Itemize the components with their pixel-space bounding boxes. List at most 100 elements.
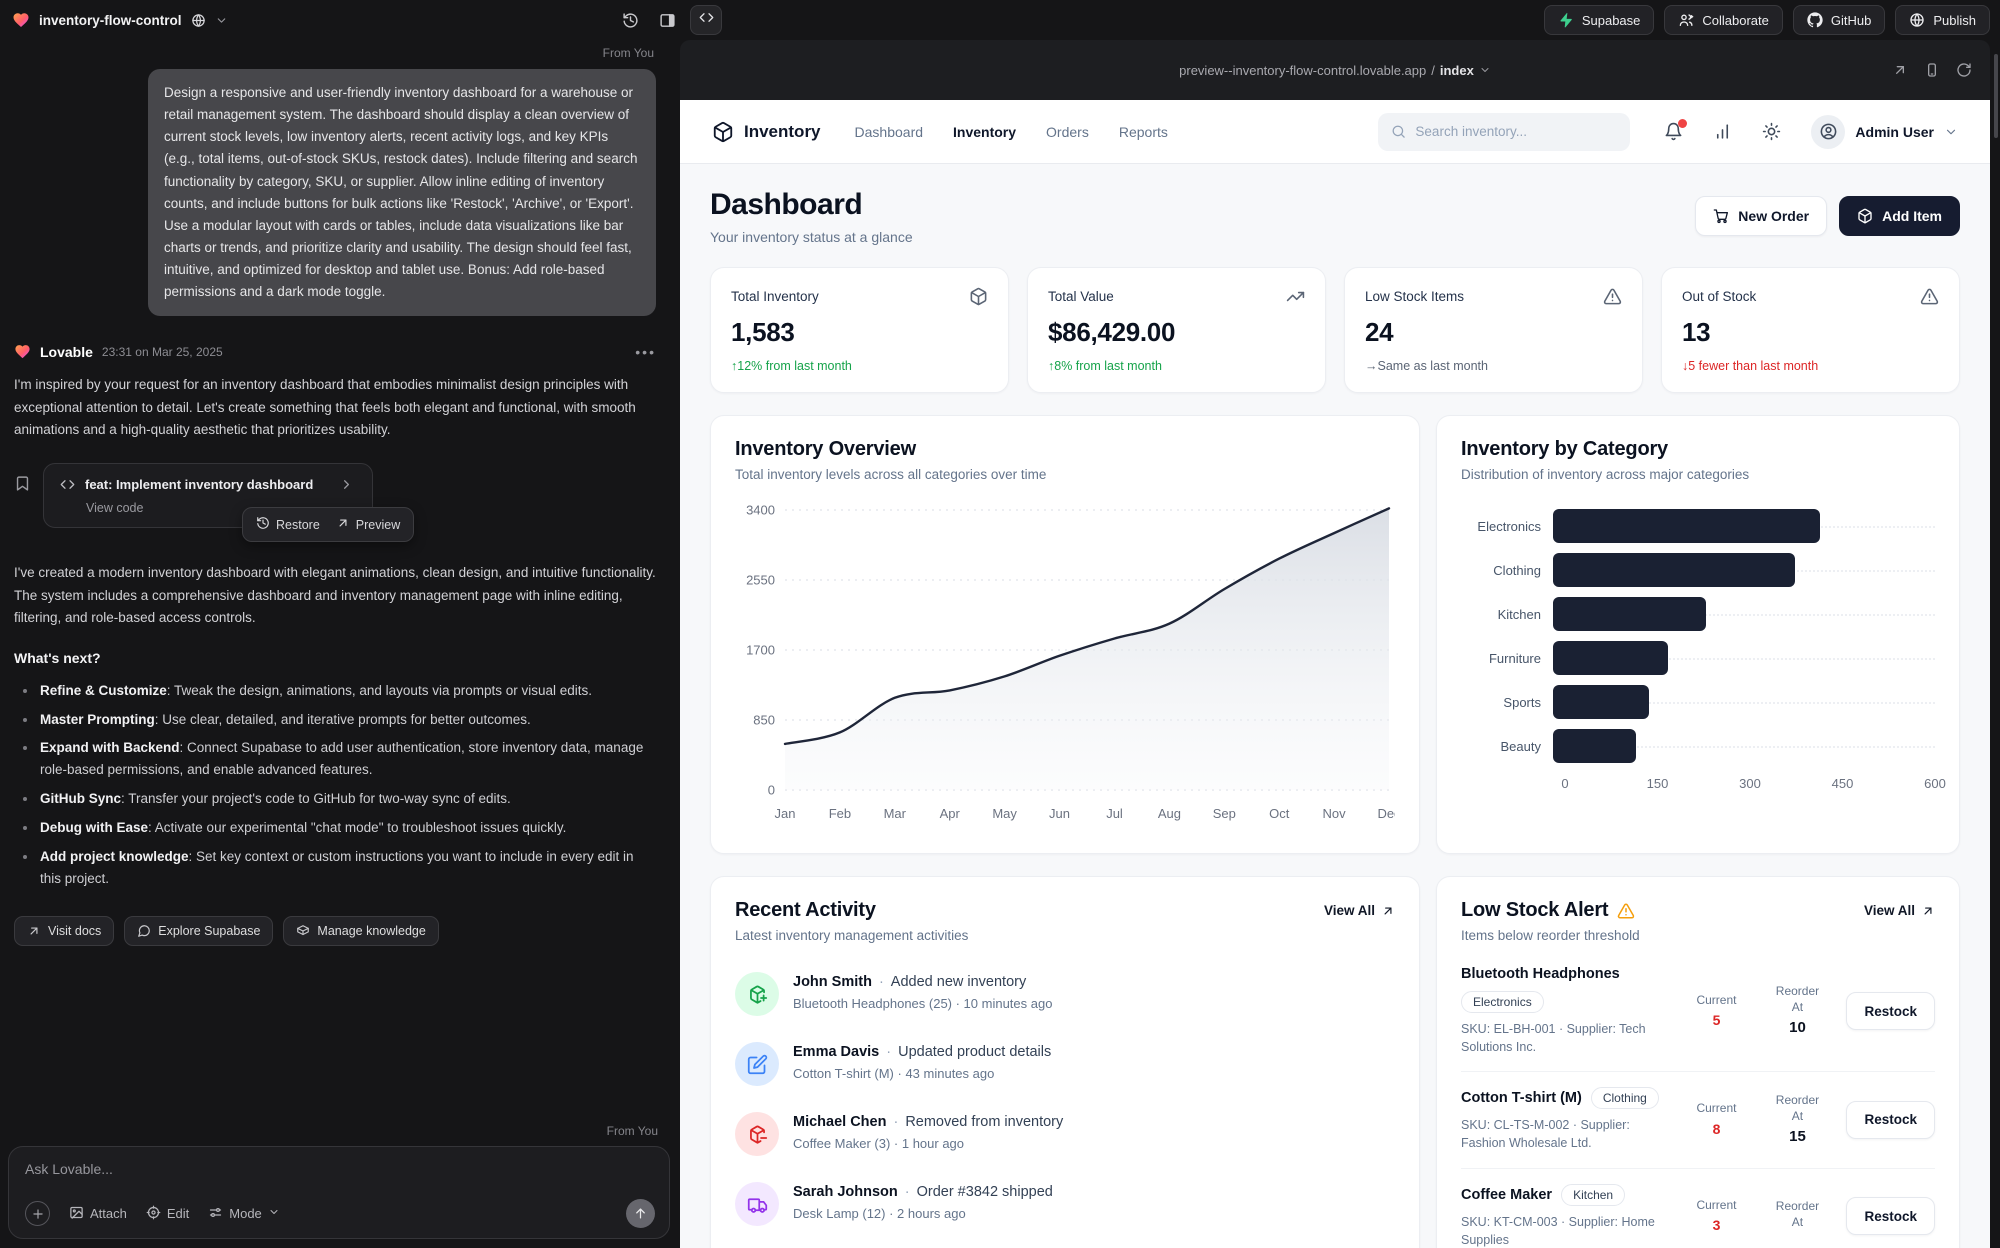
mode-dropdown[interactable]: Mode [208, 1205, 280, 1223]
category-badge: Electronics [1461, 991, 1544, 1013]
nav-link-orders[interactable]: Orders [1046, 124, 1089, 140]
svg-text:Nov: Nov [1323, 806, 1347, 821]
kpi-value: 1,583 [731, 317, 988, 348]
svg-text:1700: 1700 [746, 643, 775, 658]
kpi-value: $86,429.00 [1048, 317, 1305, 348]
refresh-icon[interactable] [1956, 62, 1972, 78]
external-link-icon [336, 516, 350, 533]
reorder-value: 10 [1760, 1018, 1834, 1038]
bar-category-label: Clothing [1461, 563, 1553, 578]
svg-text:May: May [992, 806, 1017, 821]
current-value: 8 [1684, 1120, 1748, 1138]
low-stock-row: Coffee MakerKitchenSKU: KT-CM-003 · Supp… [1461, 1169, 1935, 1248]
mobile-view-icon[interactable] [1924, 62, 1940, 78]
view-all-link[interactable]: View All [1324, 899, 1395, 918]
preview-route[interactable]: index [1440, 63, 1474, 78]
activity-item: Emma Davis·Updated product detailsCotton… [735, 1029, 1395, 1099]
attach-button[interactable]: Attach [69, 1205, 127, 1223]
chevron-down-icon [1944, 125, 1958, 139]
collaborate-button[interactable]: Collaborate [1664, 5, 1783, 35]
send-button[interactable] [626, 1199, 655, 1228]
nav-link-inventory[interactable]: Inventory [953, 124, 1016, 140]
restock-button[interactable]: Restock [1846, 1101, 1935, 1139]
nav-link-dashboard[interactable]: Dashboard [855, 124, 924, 140]
add-item-button[interactable]: Add Item [1839, 196, 1960, 236]
top-bar: inventory-flow-control Supabase Collabora… [0, 0, 2000, 40]
restore-button[interactable]: Restore [256, 516, 320, 533]
knowledge-box-icon [296, 924, 310, 938]
project-name: inventory-flow-control [39, 13, 182, 28]
github-button[interactable]: GitHub [1793, 5, 1885, 35]
chat-panel: From You Design a responsive and user-fr… [0, 40, 680, 1248]
composer-input[interactable]: Ask Lovable... [25, 1161, 655, 1177]
add-attachment-button[interactable] [25, 1201, 50, 1226]
publish-button[interactable]: Publish [1895, 5, 1990, 35]
kpi-delta: ↓5 fewer than last month [1682, 359, 1939, 373]
reorder-label: ReorderAt [1776, 1199, 1819, 1229]
svg-text:Dec: Dec [1377, 806, 1395, 821]
chat-messages[interactable]: From You Design a responsive and user-fr… [0, 40, 680, 1122]
bookmark-icon[interactable] [14, 463, 31, 528]
image-icon [69, 1205, 84, 1223]
explore-supabase-button[interactable]: Explore Supabase [124, 916, 273, 946]
restock-button[interactable]: Restock [1846, 1197, 1935, 1235]
edit-select-button[interactable]: Edit [146, 1205, 189, 1223]
history-icon[interactable] [622, 12, 639, 29]
notifications-button[interactable] [1664, 122, 1683, 141]
bar [1553, 685, 1649, 719]
bar-row: Sports [1461, 680, 1935, 724]
section-subtitle: Latest inventory management activities [735, 928, 968, 943]
cart-icon [1713, 208, 1729, 224]
page-subtitle: Your inventory status at a glance [710, 229, 913, 245]
preview-url: preview--inventory-flow-control.lovable.… [1179, 63, 1426, 78]
message-menu-icon[interactable]: ••• [635, 344, 656, 360]
kpi-delta: ↑8% from last month [1048, 359, 1305, 373]
external-link-icon [1921, 904, 1935, 918]
analytics-button[interactable] [1713, 122, 1732, 141]
new-order-button[interactable]: New Order [1695, 196, 1827, 236]
page-title: Dashboard [710, 188, 913, 222]
scrollbar[interactable] [1994, 54, 1998, 138]
view-all-link[interactable]: View All [1864, 899, 1935, 918]
section-title: Recent Activity [735, 899, 968, 922]
visit-docs-button[interactable]: Visit docs [14, 916, 114, 946]
github-icon [1807, 12, 1823, 28]
package-minus-icon [735, 1112, 779, 1156]
open-in-new-tab-icon[interactable] [1892, 62, 1908, 78]
sun-icon [1762, 122, 1781, 141]
truck-icon [735, 1182, 779, 1226]
message-timestamp: 23:31 on Mar 25, 2025 [102, 345, 223, 359]
panel-toggle-icon[interactable] [659, 12, 676, 29]
bar [1553, 641, 1668, 675]
supabase-button[interactable]: Supabase [1544, 5, 1655, 35]
brand-name: Inventory [744, 122, 821, 142]
app-navbar: Inventory Dashboard Inventory Orders Report… [680, 100, 1990, 164]
manage-knowledge-button[interactable]: Manage knowledge [283, 916, 438, 946]
kpi-card: Low Stock Items24→Same as last month [1344, 267, 1643, 393]
preview-url-bar: preview--inventory-flow-control.lovable.… [680, 40, 1990, 100]
package-plus-icon [735, 972, 779, 1016]
app-window: inventory-flow-control Supabase Collabora… [0, 0, 2000, 1248]
current-label: Current [1696, 1198, 1736, 1212]
kpi-value: 13 [1682, 317, 1939, 348]
nav-link-reports[interactable]: Reports [1119, 124, 1168, 140]
code-view-button[interactable] [690, 5, 722, 35]
chevron-down-icon[interactable] [215, 14, 228, 27]
project-menu[interactable]: inventory-flow-control [12, 11, 228, 29]
current-label: Current [1696, 1101, 1736, 1115]
activity-item: John Smith·Added new inventoryBluetooth … [735, 959, 1395, 1029]
app-brand[interactable]: Inventory [712, 121, 821, 143]
section-subtitle: Items below reorder threshold [1461, 928, 1640, 943]
account-menu[interactable]: Admin User [1811, 115, 1958, 149]
current-value: 5 [1684, 1011, 1748, 1029]
chevron-down-icon[interactable] [1479, 64, 1491, 76]
search-input[interactable]: Search inventory... [1378, 113, 1630, 151]
chat-composer[interactable]: Ask Lovable... Attach Edit [8, 1146, 670, 1239]
bar-category-label: Kitchen [1461, 607, 1553, 622]
activity-list: John Smith·Added new inventoryBluetooth … [735, 959, 1395, 1239]
whats-next-item: Refine & Customize: Tweak the design, an… [14, 680, 656, 702]
restock-button[interactable]: Restock [1846, 992, 1935, 1030]
supabase-bolt-icon [1558, 12, 1574, 28]
theme-toggle-button[interactable] [1762, 122, 1781, 141]
preview-button[interactable]: Preview [336, 516, 400, 533]
